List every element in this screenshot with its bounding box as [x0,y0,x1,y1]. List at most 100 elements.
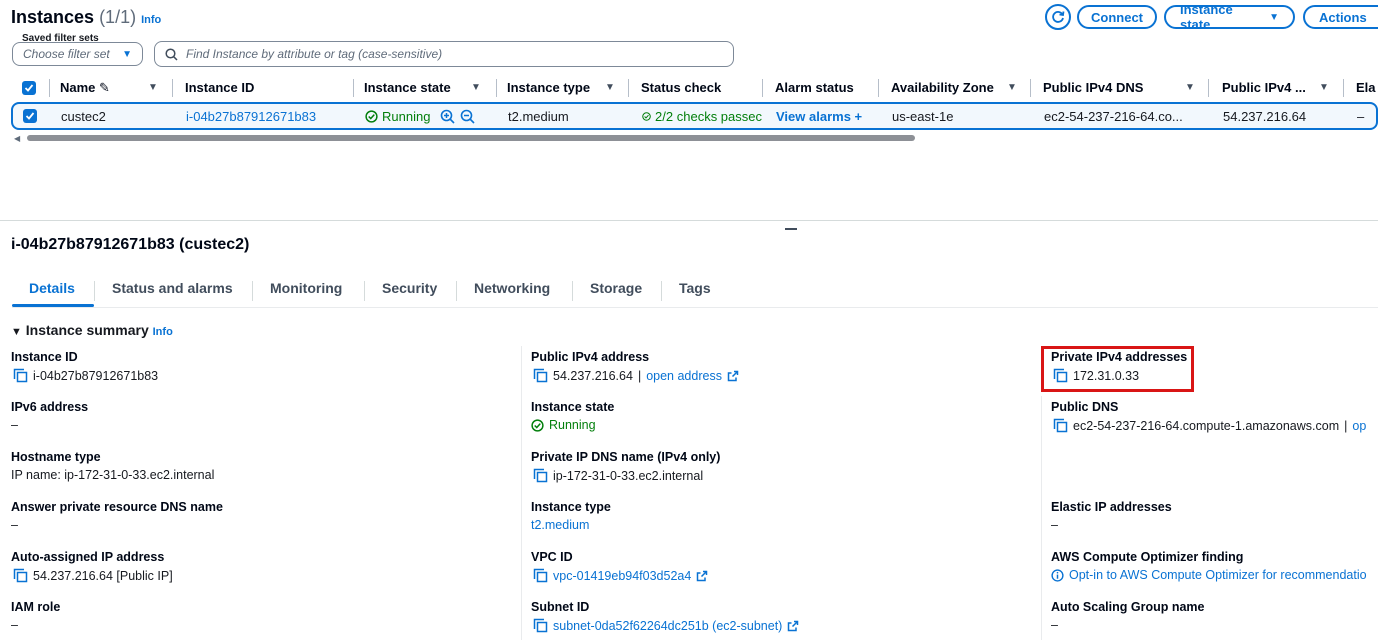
resize-handle-icon[interactable] [785,228,797,230]
value-instance-id: i-04b27b87912671b83 [13,368,158,383]
split-divider[interactable] [0,220,1378,221]
cell-instance-type: t2.medium [508,109,569,124]
tab-security[interactable]: Security [382,280,437,296]
cell-elastic: – [1357,109,1365,124]
label-instance-type: Instance type [531,500,611,514]
col-public-ipv4[interactable]: Public IPv4 ... [1222,80,1306,95]
caret-down-icon: ▼ [122,48,132,60]
detail-tabs: Details Status and alarms Monitoring Sec… [12,276,1378,308]
success-icon [642,112,651,121]
sort-icon[interactable]: ▼ [148,82,158,93]
label-hostname-type: Hostname type [11,450,101,464]
copy-icon[interactable] [533,568,548,583]
label-private-dns: Private IP DNS name (IPv4 only) [531,450,721,464]
cell-name: custec2 [61,109,106,124]
open-address-link[interactable]: open address [646,369,722,383]
value-iam-role: – [11,618,18,632]
saved-filter-select[interactable]: Choose filter set ▼ [12,42,143,66]
tab-details[interactable]: Details [29,280,75,296]
external-link-icon[interactable] [727,370,739,382]
sort-icon[interactable]: ▼ [1185,82,1195,93]
row-checkbox[interactable] [23,109,37,123]
copy-icon[interactable] [533,618,548,633]
value-compute-optimizer[interactable]: Opt-in to AWS Compute Optimizer for reco… [1051,568,1378,582]
actions-button[interactable]: Actions [1303,5,1378,29]
copy-icon[interactable] [13,568,28,583]
tab-storage[interactable]: Storage [590,280,642,296]
detail-title: i-04b27b87912671b83 (custec2) [11,236,250,253]
sort-icon[interactable]: ▼ [1007,82,1017,93]
col-alarm-status[interactable]: Alarm status [775,80,854,95]
search-placeholder: Find Instance by attribute or tag (case-… [186,47,443,61]
vpc-link[interactable]: vpc-01419eb94f03d52a4 [553,569,691,583]
value-elastic-ip: – [1051,518,1058,532]
copy-icon[interactable] [13,368,28,383]
instance-state-button[interactable]: Instance state ▼ [1164,2,1295,32]
col-status-check[interactable]: Status check [641,80,721,95]
copy-icon[interactable] [533,468,548,483]
cell-instance-id[interactable]: i-04b27b87912671b83 [186,109,316,124]
cell-public-ipv4: 54.237.216.64 [1223,109,1307,124]
label-iam-role: IAM role [11,600,61,614]
tab-tags[interactable]: Tags [679,280,711,296]
scroll-left-arrow-icon[interactable]: ◀ [14,134,20,143]
label-instance-state: Instance state [531,400,615,414]
connect-button[interactable]: Connect [1077,5,1157,29]
col-elastic[interactable]: Ela [1356,80,1376,95]
value-auto-ip: 54.237.216.64 [Public IP] [13,568,173,583]
zoom-in-icon[interactable] [440,109,455,124]
collapse-caret-icon: ▼ [11,326,22,338]
label-instance-id: Instance ID [11,350,78,364]
active-tab-indicator [12,304,94,307]
col-availability-zone[interactable]: Availability Zone [891,80,994,95]
value-answer-dns: – [11,518,18,532]
col-instance-id[interactable]: Instance ID [185,80,254,95]
col-public-dns[interactable]: Public IPv4 DNS [1043,80,1143,95]
summary-header[interactable]: ▼ Instance summary Info [11,322,173,338]
label-public-dns: Public DNS [1051,400,1119,414]
value-ipv6: – [11,418,18,432]
label-auto-ip: Auto-assigned IP address [11,550,165,564]
label-asg-name: Auto Scaling Group name [1051,600,1205,614]
horizontal-scrollbar[interactable] [27,135,915,141]
zoom-out-icon[interactable] [460,109,475,124]
value-private-dns: ip-172-31-0-33.ec2.internal [533,468,703,483]
copy-icon[interactable] [1053,418,1068,433]
label-public-ipv4: Public IPv4 address [531,350,650,364]
col-instance-state[interactable]: Instance state [364,80,451,95]
value-public-ipv4: 54.237.216.64 | open address [533,368,739,383]
success-icon [531,418,544,432]
value-instance-type[interactable]: t2.medium [531,518,589,532]
external-link-icon[interactable] [696,570,708,582]
select-all-checkbox[interactable] [22,81,36,95]
value-instance-state: Running [531,418,596,432]
external-link-icon[interactable] [787,620,799,632]
sort-icon[interactable]: ▼ [471,82,481,93]
copy-icon[interactable] [533,368,548,383]
highlight-box [1041,346,1194,392]
tab-monitoring[interactable]: Monitoring [270,280,342,296]
search-input[interactable]: Find Instance by attribute or tag (case-… [154,41,734,67]
col-instance-type[interactable]: Instance type [507,80,590,95]
label-compute-optimizer: AWS Compute Optimizer finding [1051,550,1244,564]
table-row[interactable]: custec2 i-04b27b87912671b83 Running t2.m… [11,102,1378,130]
success-icon [365,110,378,123]
subnet-link[interactable]: subnet-0da52f62264dc251b (ec2-subnet) [553,619,782,633]
label-answer-dns: Answer private resource DNS name [11,500,223,514]
summary-info-link[interactable]: Info [153,326,173,338]
refresh-button[interactable] [1045,4,1071,30]
tab-status-alarms[interactable]: Status and alarms [112,280,233,296]
sort-icon[interactable]: ▼ [605,82,615,93]
plus-icon: + [854,109,863,124]
col-name[interactable]: Name ✎ [60,80,110,96]
label-subnet-id: Subnet ID [531,600,590,614]
tab-networking[interactable]: Networking [474,280,550,296]
info-link[interactable]: Info [141,14,161,26]
caret-down-icon: ▼ [1269,11,1279,23]
sort-icon[interactable]: ▼ [1319,82,1329,93]
value-subnet-id: subnet-0da52f62264dc251b (ec2-subnet) [533,618,799,633]
open-address-link[interactable]: op [1352,419,1366,433]
value-public-dns: ec2-54-237-216-64.compute-1.amazonaws.co… [1053,418,1366,433]
view-alarms-link[interactable]: View alarms + [776,109,862,124]
saved-filter-placeholder: Choose filter set [23,47,110,61]
